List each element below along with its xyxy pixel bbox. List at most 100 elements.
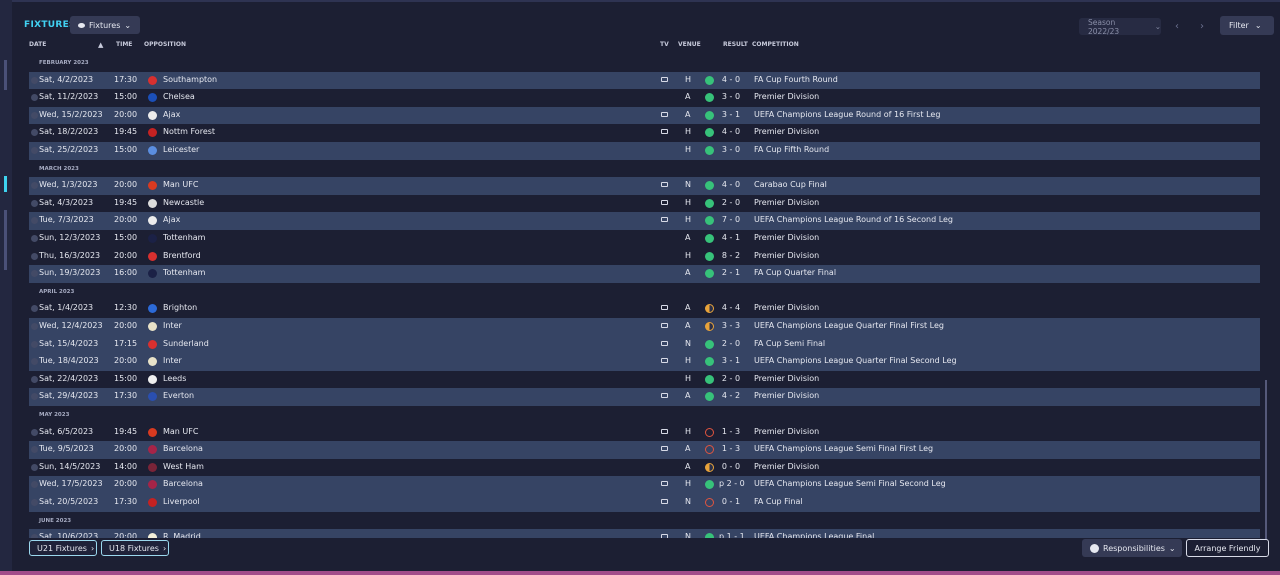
- table-row[interactable]: Sat, 18/2/2023 19:45 Nottm Forest H 4 - 0 Pre…: [29, 124, 1260, 142]
- fixture-result[interactable]: 2 - 0: [719, 339, 743, 348]
- table-row[interactable]: Sun, 12/3/2023 15:00 Tottenham A 4 - 1 Premie…: [29, 230, 1260, 248]
- table-row[interactable]: Sat, 6/5/2023 19:45 Man UFC H 1 - 3 Premier D…: [29, 424, 1260, 442]
- opposition-link[interactable]: Sunderland: [163, 339, 209, 348]
- opposition-link[interactable]: R. Madrid: [163, 532, 201, 538]
- table-row[interactable]: Wed, 15/2/2023 20:00 Ajax A 3 - 1 UEFA Champi…: [29, 106, 1260, 125]
- fixture-result[interactable]: 0 - 0: [719, 462, 743, 471]
- opposition-link[interactable]: Barcelona: [163, 479, 203, 488]
- competition-link[interactable]: Premier Division: [754, 374, 819, 383]
- competition-link[interactable]: Premier Division: [754, 233, 819, 242]
- opposition-link[interactable]: Leeds: [163, 374, 186, 383]
- opposition-link[interactable]: Inter: [163, 321, 182, 330]
- table-row[interactable]: Wed, 12/4/2023 20:00 Inter A 3 - 3 UEFA Champ…: [29, 318, 1260, 336]
- fixture-result[interactable]: 3 - 1: [719, 356, 743, 365]
- table-row[interactable]: Sat, 20/5/2023 17:30 Liverpool N 0 - 1 FA Cup…: [29, 494, 1260, 512]
- competition-link[interactable]: Premier Division: [754, 427, 819, 436]
- competition-link[interactable]: Premier Division: [754, 462, 819, 471]
- competition-link[interactable]: UEFA Champions League Round of 16 Second…: [754, 215, 953, 224]
- competition-link[interactable]: Premier Division: [754, 92, 819, 101]
- sort-ascending-icon[interactable]: ▲: [98, 41, 103, 49]
- table-row[interactable]: Sun, 19/3/2023 16:00 Tottenham A 2 - 1 FA Cup…: [29, 265, 1260, 283]
- opposition-link[interactable]: Brighton: [163, 303, 197, 312]
- fixture-result[interactable]: 3 - 1: [719, 110, 743, 119]
- fixture-result[interactable]: 3 - 0: [719, 145, 743, 154]
- table-row[interactable]: Wed, 1/3/2023 20:00 Man UFC N 4 - 0 Carabao C…: [29, 177, 1260, 195]
- filter-button[interactable]: Filter ⌄: [1220, 16, 1274, 35]
- fixture-result[interactable]: 8 - 2: [719, 251, 743, 260]
- competition-link[interactable]: UEFA Champions League Quarter Final Firs…: [754, 321, 944, 330]
- opposition-link[interactable]: Leicester: [163, 145, 199, 154]
- opposition-link[interactable]: Southampton: [163, 75, 217, 84]
- opposition-link[interactable]: Brentford: [163, 251, 201, 260]
- table-row[interactable]: Sat, 10/6/2023 20:00 R. Madrid Np 1 - 1 UEFA…: [29, 529, 1260, 538]
- table-row[interactable]: Tue, 9/5/2023 20:00 Barcelona A 1 - 3 UEFA Ch…: [29, 441, 1260, 459]
- competition-link[interactable]: Premier Division: [754, 251, 819, 260]
- table-row[interactable]: Sat, 4/2/2023 17:30 Southampton H 4 - 0 FA Cu…: [29, 71, 1260, 90]
- table-row[interactable]: Tue, 18/4/2023 20:00 Inter H 3 - 1 UEFA Champ…: [29, 353, 1260, 371]
- table-row[interactable]: Wed, 17/5/2023 20:00 Barcelona Hp 2 - 0 UEFA…: [29, 476, 1260, 494]
- competition-link[interactable]: FA Cup Final: [754, 497, 803, 506]
- fixture-result[interactable]: 4 - 4: [719, 303, 743, 312]
- opposition-link[interactable]: Ajax: [163, 215, 180, 224]
- fixture-result[interactable]: 4 - 0: [719, 127, 743, 136]
- competition-link[interactable]: FA Cup Quarter Final: [754, 268, 836, 277]
- column-header-venue[interactable]: VENUE: [678, 41, 701, 48]
- competition-link[interactable]: UEFA Champions League Final: [754, 532, 874, 538]
- opposition-link[interactable]: Inter: [163, 356, 182, 365]
- opposition-link[interactable]: Chelsea: [163, 92, 195, 101]
- opposition-link[interactable]: Man UFC: [163, 180, 198, 189]
- opposition-link[interactable]: Nottm Forest: [163, 127, 215, 136]
- opposition-link[interactable]: Everton: [163, 391, 194, 400]
- responsibilities-button[interactable]: Responsibilities ⌄: [1082, 539, 1182, 557]
- opposition-link[interactable]: Tottenham: [163, 268, 205, 277]
- fixture-result[interactable]: 3 - 3: [719, 321, 743, 330]
- competition-link[interactable]: UEFA Champions League Semi Final First L…: [754, 444, 933, 453]
- competition-link[interactable]: UEFA Champions League Round of 16 First …: [754, 110, 940, 119]
- table-row[interactable]: Sun, 14/5/2023 14:00 West Ham A 0 - 0 Premier…: [29, 459, 1260, 477]
- column-header-result[interactable]: RESULT: [723, 41, 748, 48]
- fixture-result[interactable]: 7 - 0: [719, 215, 743, 224]
- fixture-result[interactable]: 2 - 1: [719, 268, 743, 277]
- fixture-result[interactable]: 4 - 0: [719, 180, 743, 189]
- table-row[interactable]: Sat, 25/2/2023 15:00 Leicester H 3 - 0 FA Cup…: [29, 142, 1260, 160]
- fixture-result[interactable]: 2 - 0: [719, 374, 743, 383]
- arrange-friendly-button[interactable]: Arrange Friendly: [1186, 539, 1269, 557]
- table-row[interactable]: Thu, 16/3/2023 20:00 Brentford H 8 - 2 Premie…: [29, 248, 1260, 266]
- opposition-link[interactable]: Barcelona: [163, 444, 203, 453]
- column-header-time[interactable]: TIME: [116, 41, 132, 48]
- fixture-result[interactable]: 2 - 0: [719, 198, 743, 207]
- competition-link[interactable]: UEFA Champions League Semi Final Second …: [754, 479, 946, 488]
- fixture-result[interactable]: 1 - 3: [719, 444, 743, 453]
- table-row[interactable]: Sat, 1/4/2023 12:30 Brighton A 4 - 4 Premier …: [29, 300, 1260, 318]
- scrollbar[interactable]: [1265, 380, 1267, 540]
- table-row[interactable]: Sat, 29/4/2023 17:30 Everton A 4 - 2 Premier …: [29, 388, 1260, 406]
- column-header-competition[interactable]: COMPETITION: [752, 41, 799, 48]
- table-row[interactable]: Sat, 4/3/2023 19:45 Newcastle H 2 - 0 Premier…: [29, 195, 1260, 213]
- competition-link[interactable]: FA Cup Fourth Round: [754, 75, 838, 84]
- opposition-link[interactable]: Newcastle: [163, 198, 204, 207]
- competition-link[interactable]: UEFA Champions League Quarter Final Seco…: [754, 356, 957, 365]
- u18-fixtures-button[interactable]: U18 Fixtures ›: [101, 540, 169, 556]
- table-row[interactable]: Sat, 22/4/2023 15:00 Leeds H 2 - 0 Premier Di…: [29, 371, 1260, 389]
- opposition-link[interactable]: Liverpool: [163, 497, 200, 506]
- competition-link[interactable]: FA Cup Semi Final: [754, 339, 825, 348]
- fixture-result[interactable]: p 2 - 0: [719, 479, 745, 488]
- previous-season-button[interactable]: ‹: [1167, 18, 1187, 35]
- next-season-button[interactable]: ›: [1192, 18, 1212, 35]
- table-row[interactable]: Tue, 7/3/2023 20:00 Ajax H 7 - 0 UEFA Champio…: [29, 212, 1260, 230]
- opposition-link[interactable]: West Ham: [163, 462, 204, 471]
- opposition-link[interactable]: Tottenham: [163, 233, 205, 242]
- fixture-result[interactable]: 3 - 0: [719, 92, 743, 101]
- competition-link[interactable]: Carabao Cup Final: [754, 180, 827, 189]
- fixture-result[interactable]: p 1 - 1: [719, 532, 745, 538]
- column-header-opposition[interactable]: OPPOSITION: [144, 41, 186, 48]
- opposition-link[interactable]: Man UFC: [163, 427, 198, 436]
- competition-link[interactable]: FA Cup Fifth Round: [754, 145, 829, 154]
- u21-fixtures-button[interactable]: U21 Fixtures ›: [29, 540, 97, 556]
- table-row[interactable]: Sat, 11/2/2023 15:00 Chelsea A 3 - 0 Premier …: [29, 89, 1260, 107]
- fixture-result[interactable]: 4 - 2: [719, 391, 743, 400]
- fixture-result[interactable]: 1 - 3: [719, 427, 743, 436]
- season-selector[interactable]: Season 2022/23 ⌄: [1079, 18, 1161, 36]
- column-header-tv[interactable]: TV: [660, 41, 669, 48]
- competition-link[interactable]: Premier Division: [754, 198, 819, 207]
